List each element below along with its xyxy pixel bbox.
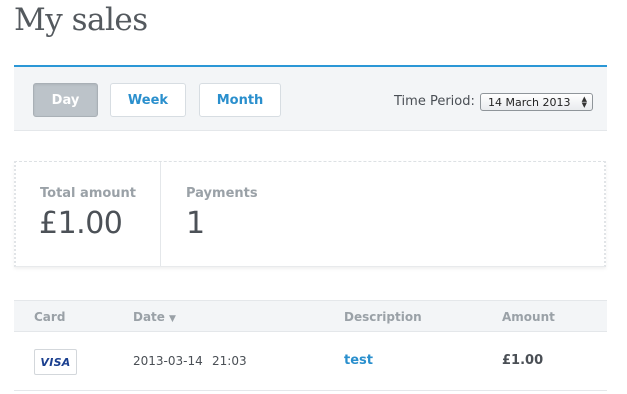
total-amount-label: Total amount: [40, 186, 137, 201]
sort-descending-icon: ▼: [168, 314, 176, 324]
page-title: My sales: [14, 2, 148, 38]
select-arrows-icon: ▲ ▼: [581, 95, 587, 109]
payments-value: 1: [186, 206, 205, 241]
summary-divider: [160, 162, 161, 266]
row-description-link[interactable]: test: [344, 353, 373, 368]
sales-summary: Total amount £1.00 Payments 1: [14, 161, 606, 267]
time-period-value: 14 March 2013: [488, 95, 571, 109]
day-button[interactable]: Day: [33, 83, 98, 117]
column-header-amount: Amount: [502, 310, 555, 324]
month-button[interactable]: Month: [199, 83, 281, 117]
table-row: VISA 2013-03-14 21:03 test £1.00: [14, 332, 607, 391]
period-toolbar: Day Week Month Time Period: 14 March 201…: [14, 65, 607, 131]
column-header-date-label: Date: [133, 310, 165, 324]
visa-card-icon: VISA: [34, 349, 77, 375]
column-header-card: Card: [34, 310, 66, 324]
total-amount-value: £1.00: [39, 206, 123, 241]
sales-table-header: Card Date ▼ Description Amount: [14, 300, 607, 332]
row-date: 2013-03-14: [133, 354, 203, 368]
column-header-date[interactable]: Date ▼: [133, 310, 176, 324]
week-button[interactable]: Week: [110, 83, 186, 117]
row-amount: £1.00: [502, 353, 544, 368]
time-period-select[interactable]: 14 March 2013 ▲ ▼: [480, 93, 593, 111]
row-time: 21:03: [212, 354, 247, 368]
time-period-label: Time Period:: [394, 94, 475, 109]
column-header-description: Description: [344, 310, 422, 324]
payments-label: Payments: [186, 186, 258, 201]
